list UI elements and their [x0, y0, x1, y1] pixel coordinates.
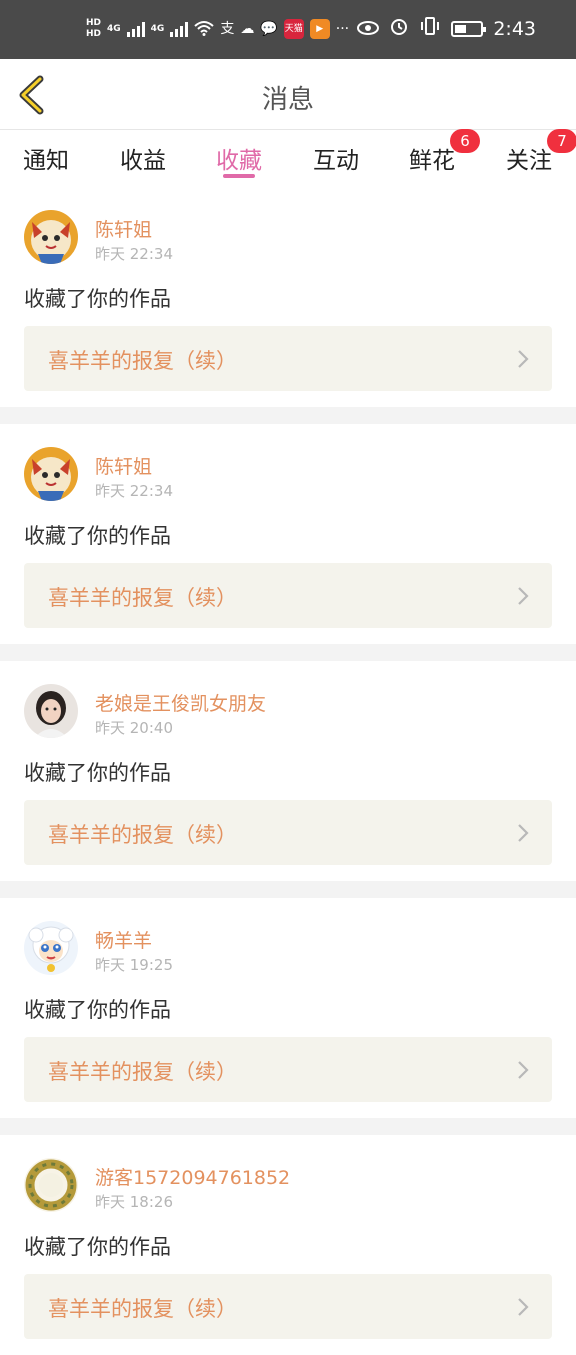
- app-header: 消息: [0, 59, 576, 130]
- work-link[interactable]: 喜羊羊的报复（续）: [24, 563, 552, 628]
- avatar[interactable]: [24, 1158, 78, 1212]
- cloud-icon: ☁: [240, 21, 255, 37]
- action-text: 收藏了你的作品: [24, 761, 171, 785]
- action-text: 收藏了你的作品: [24, 524, 171, 548]
- network-label-2: 4G: [150, 24, 165, 34]
- action-text: 收藏了你的作品: [24, 287, 171, 311]
- timestamp: 昨天 18:26: [95, 1193, 173, 1211]
- work-title: 喜羊羊的报复（续）: [48, 349, 237, 373]
- avatar[interactable]: [24, 210, 78, 264]
- unread-badge: 6: [450, 129, 480, 153]
- action-text: 收藏了你的作品: [24, 1235, 171, 1259]
- divider: [0, 1118, 576, 1135]
- tab-follow[interactable]: 关注 7: [506, 129, 576, 175]
- signal-icon-2: [170, 21, 189, 37]
- alipay-icon: 支: [220, 21, 235, 37]
- tab-interactions[interactable]: 互动: [313, 141, 359, 175]
- active-tab-indicator: [223, 174, 255, 178]
- message-item: 陈轩姐 昨天 22:34 收藏了你的作品 喜羊羊的报复（续）: [0, 187, 576, 407]
- timestamp: 昨天 22:34: [95, 245, 173, 263]
- tab-label: 关注: [506, 148, 552, 174]
- username[interactable]: 陈轩姐: [95, 452, 152, 479]
- battery-icon: [451, 20, 487, 37]
- message-item: 老娘是王俊凯女朋友 昨天 20:40 收藏了你的作品 喜羊羊的报复（续）: [0, 661, 576, 881]
- chevron-right-icon: [518, 1298, 529, 1316]
- work-link[interactable]: 喜羊羊的报复（续）: [24, 326, 552, 391]
- tab-label: 收藏: [216, 148, 262, 174]
- timestamp: 昨天 19:25: [95, 956, 173, 974]
- unread-badge: 7: [547, 129, 576, 153]
- chevron-right-icon: [518, 1061, 529, 1079]
- clock-time: 2:43: [493, 17, 536, 40]
- tab-notice[interactable]: 通知: [23, 141, 69, 175]
- page-title: 消息: [261, 85, 314, 115]
- action-text: 收藏了你的作品: [24, 998, 171, 1022]
- more-notifications-icon: ···: [335, 21, 350, 37]
- tab-earnings[interactable]: 收益: [120, 141, 166, 175]
- tab-bar: 通知 收益 收藏 互动 鲜花 6 关注 7: [0, 129, 576, 187]
- work-title: 喜羊羊的报复（续）: [48, 1060, 237, 1084]
- divider: [0, 407, 576, 424]
- message-item: 陈轩姐 昨天 22:34 收藏了你的作品 喜羊羊的报复（续）: [0, 424, 576, 644]
- work-title: 喜羊羊的报复（续）: [48, 823, 237, 847]
- message-item: 游客1572094761852 昨天 18:26 收藏了你的作品 喜羊羊的报复（…: [0, 1135, 576, 1355]
- username[interactable]: 游客1572094761852: [95, 1163, 290, 1190]
- avatar[interactable]: [24, 447, 78, 501]
- avatar[interactable]: [24, 921, 78, 975]
- tab-label: 鲜花: [409, 148, 455, 174]
- avatar[interactable]: [24, 684, 78, 738]
- video-app-icon: ▶: [309, 19, 330, 39]
- tab-label: 互动: [313, 148, 359, 174]
- username[interactable]: 畅羊羊: [95, 926, 152, 953]
- tab-flowers[interactable]: 鲜花 6: [409, 129, 480, 175]
- vibrate-icon: [419, 17, 441, 40]
- tab-favorites[interactable]: 收藏: [216, 141, 262, 175]
- chat-bubble-icon: 💬: [260, 21, 278, 37]
- work-link[interactable]: 喜羊羊的报复（续）: [24, 1274, 552, 1339]
- work-link[interactable]: 喜羊羊的报复（续）: [24, 800, 552, 865]
- hd-indicator: HD HD: [86, 18, 101, 40]
- timestamp: 昨天 20:40: [95, 719, 173, 737]
- alarm-icon: [389, 16, 409, 41]
- divider: [0, 881, 576, 898]
- divider: [0, 644, 576, 661]
- chevron-right-icon: [518, 587, 529, 605]
- tab-label: 通知: [23, 148, 69, 174]
- status-bar: HD HD 4G 4G 支 ☁ 💬 天猫 ▶ ··· 2:43: [0, 0, 576, 59]
- timestamp: 昨天 22:34: [95, 482, 173, 500]
- tmall-app-icon: 天猫: [283, 19, 304, 39]
- work-title: 喜羊羊的报复（续）: [48, 1297, 237, 1321]
- username[interactable]: 陈轩姐: [95, 215, 152, 242]
- eye-icon: [357, 18, 380, 40]
- hd-label-2: HD: [86, 29, 102, 39]
- hd-label-1: HD: [86, 18, 102, 28]
- work-link[interactable]: 喜羊羊的报复（续）: [24, 1037, 552, 1102]
- wifi-icon: [194, 20, 214, 38]
- network-label-1: 4G: [107, 24, 121, 34]
- message-list: 陈轩姐 昨天 22:34 收藏了你的作品 喜羊羊的报复（续） 陈轩姐 昨天 22…: [0, 187, 576, 1355]
- work-title: 喜羊羊的报复（续）: [48, 586, 237, 610]
- tab-label: 收益: [120, 148, 166, 174]
- message-item: 畅羊羊 昨天 19:25 收藏了你的作品 喜羊羊的报复（续）: [0, 898, 576, 1118]
- signal-icon: [126, 21, 145, 37]
- chevron-right-icon: [518, 824, 529, 842]
- chevron-right-icon: [518, 350, 529, 368]
- username[interactable]: 老娘是王俊凯女朋友: [95, 689, 266, 716]
